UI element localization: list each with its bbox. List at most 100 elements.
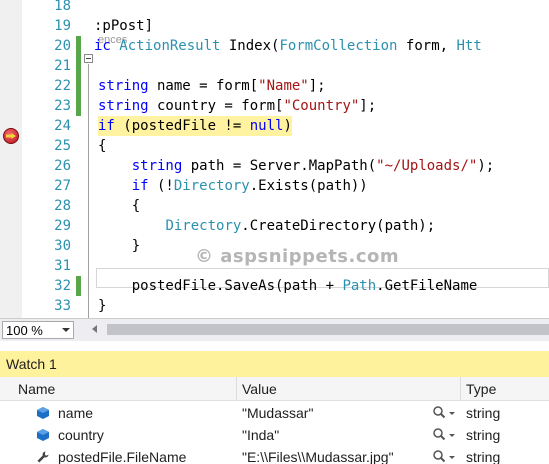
code-token: (postedFile != [114, 118, 250, 134]
chevron-down-icon[interactable] [62, 328, 70, 332]
code-token: ); [477, 158, 495, 174]
watch-name[interactable]: name [58, 405, 93, 421]
code-token: "~/Uploads/" [376, 158, 478, 174]
code-line[interactable]: 19 :pPost] [0, 16, 549, 36]
watch-type: string [466, 427, 501, 443]
saved-change-marker [76, 96, 81, 116]
current-statement-code[interactable]: if (postedFile != null) [98, 116, 292, 136]
watch-value[interactable]: "Inda" [242, 427, 279, 443]
code-line[interactable]: 27 if (!Directory.Exists(path)) [0, 176, 549, 196]
watch-row[interactable]: postedFile.FileName "E:\\Files\\Mudassar.… [0, 446, 549, 464]
code-token: ActionResult [119, 38, 221, 54]
code-text[interactable]: ic ActionResult Index(FormCollection for… [94, 36, 482, 56]
code-line[interactable]: 21 [0, 56, 549, 76]
code-editor[interactable]: ences 18 19:pPost] 20 ic ActionResult Index… [0, 0, 549, 318]
code-line[interactable]: 29 Directory.CreateDirectory(path); [0, 216, 549, 236]
text-visualizer-icon[interactable] [432, 405, 456, 421]
code-token: } [98, 238, 141, 254]
code-token: ) [283, 118, 292, 134]
line-number: 18 [54, 0, 71, 14]
watch-row[interactable]: country "Inda" string [0, 424, 549, 446]
line-number: 26 [54, 158, 71, 174]
code-text[interactable]: Directory.CreateDirectory(path); [98, 216, 435, 236]
zoom-value: 100 % [6, 323, 43, 338]
code-line[interactable]: 22 string name = form["Name"]; [0, 76, 549, 96]
code-token: "Name" [258, 78, 309, 94]
code-text[interactable]: string path = Server.MapPath("~/Uploads/… [98, 156, 494, 176]
line-number: 19 [54, 18, 71, 34]
field-icon [36, 428, 50, 442]
code-token: ]; [308, 78, 326, 94]
line-number: 24 [54, 118, 71, 134]
line-number: 22 [54, 78, 71, 94]
editor-status-bar: 100 % [0, 318, 549, 341]
code-text[interactable]: { [98, 136, 106, 156]
saved-change-marker [76, 56, 81, 76]
zoom-dropdown[interactable]: 100 % [2, 321, 74, 339]
watch-title-bar[interactable]: Watch 1 [0, 351, 549, 377]
code-token: form, [397, 38, 457, 54]
code-line[interactable]: 20 ic ActionResult Index(FormCollection f… [0, 36, 549, 56]
code-line[interactable]: 18 [0, 0, 549, 16]
column-divider[interactable] [236, 377, 237, 401]
horizontal-scrollbar-thumb[interactable] [107, 324, 549, 335]
scroll-left-arrow-icon[interactable] [92, 325, 97, 333]
code-token: string [98, 78, 149, 94]
code-token: :pPost] [94, 18, 154, 34]
column-header-value[interactable]: Value [242, 381, 277, 397]
line-number: 23 [54, 98, 71, 114]
code-token: .Exists(path)) [249, 178, 368, 194]
column-header-type[interactable]: Type [466, 381, 496, 397]
code-token: Path [342, 278, 377, 294]
watch-row[interactable]: name "Mudassar" string [0, 402, 549, 424]
line-number: 32 [54, 278, 71, 294]
code-text[interactable]: } [98, 296, 106, 316]
line-number: 33 [54, 298, 71, 314]
code-token: .GetFileName [376, 278, 478, 294]
line-number: 25 [54, 138, 71, 154]
code-text[interactable]: { [98, 196, 140, 216]
code-token: { [98, 138, 107, 154]
code-line[interactable]: 32 postedFile.SaveAs(path + Path.GetFile… [0, 276, 549, 296]
watch-title: Watch 1 [6, 356, 57, 372]
code-line[interactable]: 28 { [0, 196, 549, 216]
watch-column-header: Name Value Type [0, 377, 549, 401]
line-number: 30 [54, 238, 71, 254]
code-text[interactable]: :pPost] [94, 16, 153, 36]
code-line[interactable]: 24 if (postedFile != null) [0, 116, 549, 136]
code-token: ]; [359, 98, 377, 114]
watch-name[interactable]: country [58, 427, 104, 443]
column-divider[interactable] [460, 377, 461, 401]
field-icon [36, 406, 50, 420]
code-token: postedFile.SaveAs(path + [98, 278, 343, 294]
code-text[interactable]: string name = form["Name"]; [98, 76, 326, 96]
watch-value[interactable]: "E:\\Files\\Mudassar.jpg" [242, 449, 394, 464]
line-number: 27 [54, 178, 71, 194]
column-header-name[interactable]: Name [18, 381, 55, 397]
code-token: if [131, 178, 149, 194]
code-text[interactable]: if (!Directory.Exists(path)) [98, 176, 368, 196]
code-text[interactable]: string country = form["Country"]; [98, 96, 376, 116]
text-visualizer-icon[interactable] [432, 449, 456, 464]
code-line[interactable]: 33} [0, 296, 549, 316]
code-text[interactable]: postedFile.SaveAs(path + Path.GetFileNam… [98, 276, 478, 296]
saved-change-marker [76, 36, 81, 56]
watch-name[interactable]: postedFile.FileName [58, 449, 186, 464]
line-number: 21 [54, 58, 71, 74]
code-token: path = Server.MapPath( [182, 158, 377, 174]
text-visualizer-icon[interactable] [432, 427, 456, 443]
code-line[interactable]: 25 { [0, 136, 549, 156]
code-line[interactable]: 26 string path = Server.MapPath("~/Uploa… [0, 156, 549, 176]
code-line[interactable]: 23 string country = form["Country"]; [0, 96, 549, 116]
watch-type: string [466, 405, 501, 421]
code-token: { [98, 198, 141, 214]
code-text[interactable]: } [98, 236, 140, 256]
code-token: Directory [173, 178, 250, 194]
watch-value[interactable]: "Mudassar" [242, 405, 313, 421]
line-number: 31 [54, 258, 71, 274]
watch-window: Watch 1 Name Value Type name "Mudassar" st… [0, 341, 549, 464]
code-token: FormCollection [279, 38, 398, 54]
line-number: 28 [54, 198, 71, 214]
